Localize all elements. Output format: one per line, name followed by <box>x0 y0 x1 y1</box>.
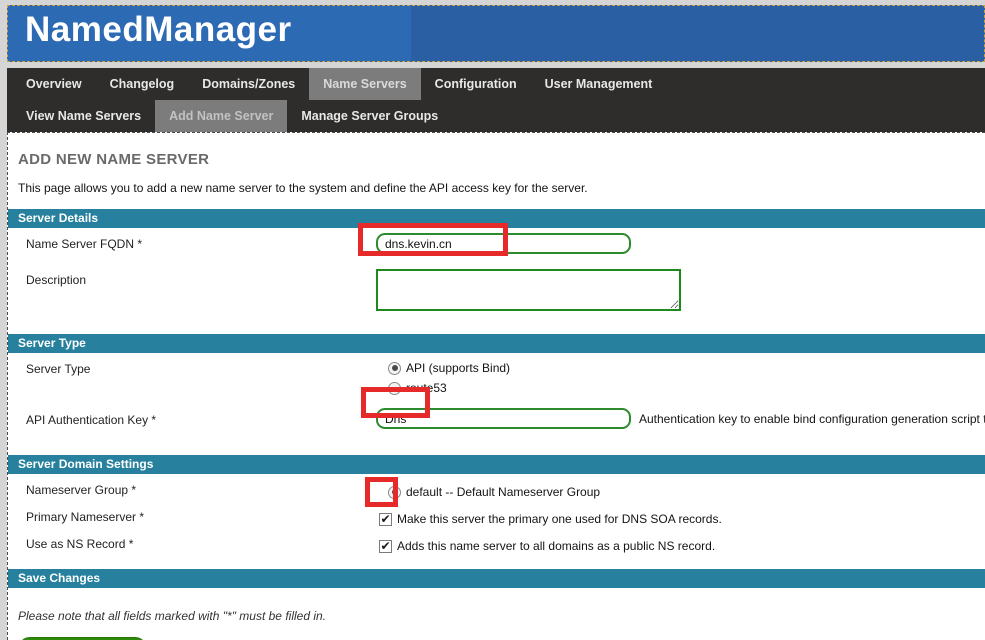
fqdn-input[interactable] <box>376 233 631 254</box>
ns-record-label: Use as NS Record * <box>26 537 133 551</box>
ns-record-row: Use as NS Record * ✔ Adds this name serv… <box>8 528 985 555</box>
page: NamedManager Overview Changelog Domains/… <box>0 0 985 640</box>
tab-changelog[interactable]: Changelog <box>96 68 189 100</box>
nameserver-group-label: Nameserver Group * <box>26 483 136 497</box>
tab-domains-zones[interactable]: Domains/Zones <box>188 68 309 100</box>
ns-record-text: Adds this name server to all domains as … <box>397 539 715 553</box>
nav-row-secondary: View Name Servers Add Name Server Manage… <box>7 100 985 132</box>
main-navigation: Overview Changelog Domains/Zones Name Se… <box>7 68 985 132</box>
tab-name-servers[interactable]: Name Servers <box>309 68 420 100</box>
radio-route53-icon[interactable] <box>388 382 401 395</box>
section-header-server-domain-settings: Server Domain Settings <box>8 455 985 474</box>
primary-nameserver-row: Primary Nameserver * ✔ Make this server … <box>8 501 985 528</box>
radio-route53-label[interactable]: route53 <box>406 381 447 395</box>
tab-view-name-servers[interactable]: View Name Servers <box>12 100 155 132</box>
tab-manage-server-groups[interactable]: Manage Server Groups <box>287 100 452 132</box>
nav-row-primary: Overview Changelog Domains/Zones Name Se… <box>7 68 985 100</box>
tab-overview[interactable]: Overview <box>12 68 96 100</box>
page-intro: This page allows you to add a new name s… <box>18 181 985 195</box>
fqdn-row: Name Server FQDN * <box>8 228 985 264</box>
description-row: Description <box>8 264 985 320</box>
auth-key-input[interactable] <box>376 408 631 429</box>
section-header-server-details: Server Details <box>8 209 985 228</box>
fqdn-label: Name Server FQDN * <box>26 237 142 251</box>
primary-nameserver-label: Primary Nameserver * <box>26 510 144 524</box>
radio-api-icon[interactable] <box>388 362 401 375</box>
server-type-row: Server Type API (supports Bind) route53 <box>8 353 985 401</box>
page-title: ADD NEW NAME SERVER <box>18 151 985 168</box>
primary-nameserver-checkbox[interactable]: ✔ <box>379 513 392 526</box>
section-header-server-type: Server Type <box>8 334 985 353</box>
server-type-label: Server Type <box>26 362 90 376</box>
app-title: NamedManager <box>25 10 292 50</box>
ns-record-checkbox[interactable]: ✔ <box>379 540 392 553</box>
primary-nameserver-text: Make this server the primary one used fo… <box>397 512 722 526</box>
content-area: ADD NEW NAME SERVER This page allows you… <box>7 132 985 640</box>
required-fields-note: Please note that all fields marked with … <box>18 609 985 623</box>
nameserver-group-row: Nameserver Group * default -- Default Na… <box>8 474 985 501</box>
radio-default-group-icon[interactable] <box>388 486 401 499</box>
auth-key-label: API Authentication Key * <box>26 413 156 427</box>
app-banner: NamedManager <box>7 5 985 62</box>
description-textarea[interactable] <box>376 269 681 311</box>
tab-user-management[interactable]: User Management <box>531 68 667 100</box>
radio-default-group-label[interactable]: default -- Default Nameserver Group <box>406 485 600 499</box>
description-label: Description <box>26 273 86 287</box>
tab-configuration[interactable]: Configuration <box>421 68 531 100</box>
radio-api-label[interactable]: API (supports Bind) <box>406 361 510 375</box>
tab-add-name-server[interactable]: Add Name Server <box>155 100 287 132</box>
auth-key-row: API Authentication Key * Authentication … <box>8 401 985 441</box>
section-header-save-changes: Save Changes <box>8 569 985 588</box>
auth-key-help: Authentication key to enable bind config… <box>639 412 985 426</box>
